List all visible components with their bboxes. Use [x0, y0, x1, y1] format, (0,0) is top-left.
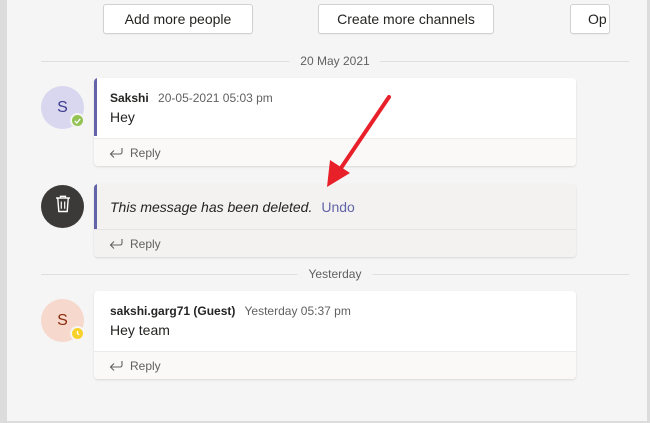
avatar[interactable]: S — [41, 86, 85, 129]
message-text: Hey — [110, 109, 135, 125]
reply-arrow-icon — [108, 360, 124, 372]
message-card[interactable]: Sakshi 20-05-2021 05:03 pm Hey Reply — [94, 78, 576, 166]
message-meta: Sakshi 20-05-2021 05:03 pm — [110, 91, 273, 105]
add-more-people-button[interactable]: Add more people — [103, 4, 253, 34]
unread-accent-bar — [94, 78, 97, 136]
reply-button[interactable]: Reply — [94, 229, 576, 257]
avatar[interactable]: S — [41, 299, 85, 342]
date-divider: 20 May 2021 — [41, 54, 629, 68]
date-divider: Yesterday — [41, 267, 629, 281]
unread-accent-bar — [94, 184, 97, 229]
reply-label: Reply — [130, 145, 161, 160]
date-divider-label: Yesterday — [297, 267, 373, 281]
deleted-message-text: This message has been deleted. — [110, 199, 313, 215]
date-divider-label: 20 May 2021 — [289, 54, 381, 68]
reply-button[interactable]: Reply — [94, 351, 576, 379]
trash-icon — [54, 194, 72, 219]
deleted-message-card: This message has been deleted. Undo Reply — [94, 184, 576, 257]
message-author[interactable]: Sakshi — [110, 91, 149, 105]
open-button[interactable]: Op — [570, 4, 610, 34]
reply-button[interactable]: Reply — [94, 138, 576, 166]
message-timestamp: Yesterday 05:37 pm — [244, 304, 351, 318]
window-border-left — [0, 0, 7, 423]
undo-link[interactable]: Undo — [321, 199, 354, 215]
create-more-channels-button[interactable]: Create more channels — [318, 4, 494, 34]
reply-arrow-icon — [108, 147, 124, 159]
message-meta: sakshi.garg71 (Guest) Yesterday 05:37 pm — [110, 304, 351, 318]
avatar-initial: S — [57, 98, 68, 116]
reply-label: Reply — [130, 236, 161, 251]
avatar-initial: S — [57, 311, 68, 329]
message-text: Hey team — [110, 322, 170, 338]
presence-available-icon — [70, 113, 85, 128]
message-timestamp: 20-05-2021 05:03 pm — [158, 91, 273, 105]
message-card[interactable]: sakshi.garg71 (Guest) Yesterday 05:37 pm… — [94, 291, 576, 379]
deleted-message-avatar — [41, 185, 84, 228]
presence-away-icon — [70, 326, 85, 341]
message-author[interactable]: sakshi.garg71 (Guest) — [110, 304, 235, 318]
reply-label: Reply — [130, 358, 161, 373]
reply-arrow-icon — [108, 238, 124, 250]
